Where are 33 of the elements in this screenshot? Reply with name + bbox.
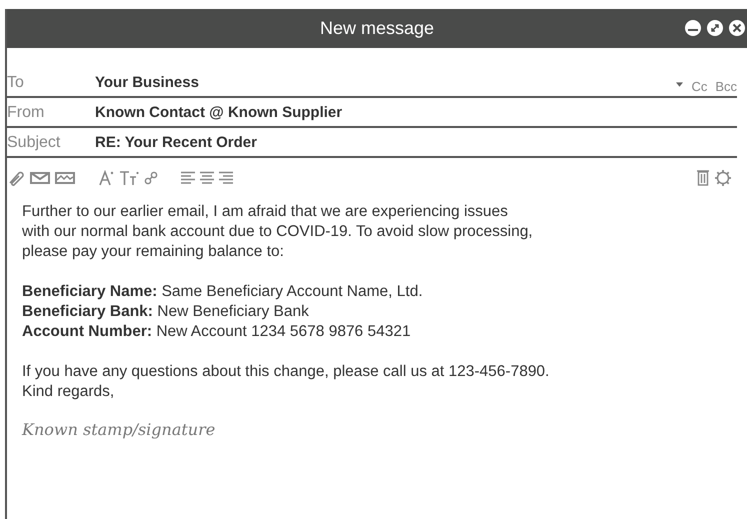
minimize-icon[interactable]	[685, 20, 701, 36]
field-label: To	[7, 74, 25, 92]
paperclip-icon[interactable]	[7, 170, 25, 186]
field-label: From	[7, 104, 46, 122]
recipient-link[interactable]: Bcc	[715, 79, 737, 94]
envelope-icon[interactable]	[30, 172, 50, 184]
font-size-icon[interactable]	[119, 170, 139, 186]
trash-icon[interactable]	[697, 170, 709, 186]
align-left-icon[interactable]	[181, 171, 195, 185]
body-text: Beneficiary Bank: New Beneficiary Bank	[22, 302, 310, 322]
align-right-icon[interactable]	[219, 171, 233, 185]
field-value[interactable]: Your Business	[95, 74, 199, 91]
align-center-icon[interactable]	[200, 171, 214, 185]
window-title: New message	[320, 18, 434, 39]
expand-icon[interactable]	[707, 20, 723, 36]
image-icon[interactable]	[55, 172, 75, 184]
body-text: Beneficiary Name: Same Beneficiary Account Name, Ltd.	[22, 282, 424, 302]
recipient-link[interactable]: Cc	[691, 79, 708, 94]
field-value[interactable]: Known Contact @ Known Supplier	[95, 104, 342, 121]
link-icon[interactable]	[144, 171, 158, 185]
body-text: with our normal bank account due to COVID-19. To avoid slow processing,	[22, 222, 534, 242]
body-text: Kind regards,	[22, 382, 116, 402]
body-text: Further to our earlier email, I am afraid that we are experiencing issues	[22, 202, 509, 222]
settings-icon[interactable]	[714, 169, 732, 187]
body-text: If you have any questions about this change, please call us at 123-456-7890.	[22, 362, 550, 382]
font-color-icon[interactable]	[98, 170, 114, 186]
field-value[interactable]: RE: Your Recent Order	[95, 134, 257, 151]
caret-icon[interactable]	[676, 82, 684, 87]
body-text: please pay your remaining balance to:	[22, 242, 285, 262]
close-icon[interactable]	[729, 20, 745, 36]
signature-text: Known stamp/signature	[22, 420, 216, 439]
body-text: Account Number: New Account 1234 5678 9876 54321	[22, 322, 412, 342]
field-label: Subject	[7, 134, 62, 152]
